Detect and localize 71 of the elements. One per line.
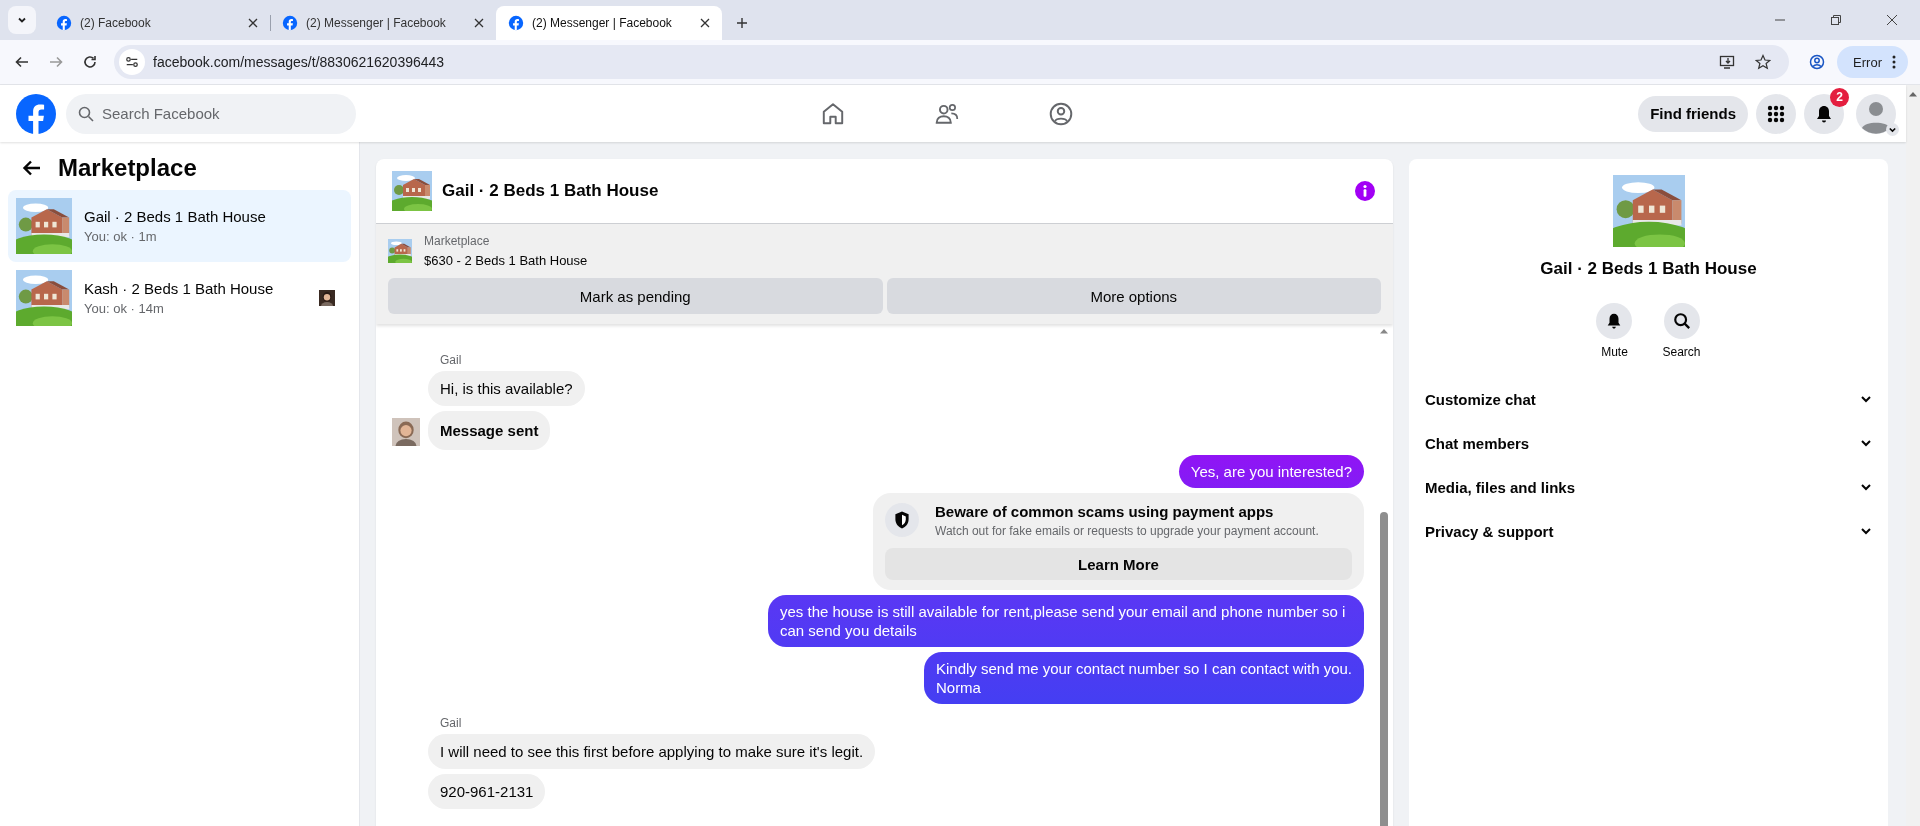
conversation-item[interactable]: Kash · 2 Beds 1 Bath House You: ok · 14m bbox=[8, 262, 351, 334]
browser-tab[interactable]: (2) Messenger | Facebook bbox=[496, 6, 722, 40]
warning-text: Watch out for fake emails or requests to upgrade your payment account. bbox=[935, 524, 1319, 538]
sidebar-title: Marketplace bbox=[58, 154, 197, 182]
message-bubble: Kindly send me your contact number so I can contact with you. Norma bbox=[923, 652, 1364, 704]
search-field[interactable]: Search Facebook bbox=[66, 93, 356, 134]
new-tab-icon[interactable] bbox=[736, 17, 748, 29]
listing-label: Marketplace bbox=[424, 234, 491, 248]
menu-button[interactable] bbox=[1756, 93, 1796, 134]
scroll-up-icon[interactable] bbox=[1908, 91, 1918, 97]
message-bubble: 920-961-2131 bbox=[428, 774, 546, 809]
address-bar[interactable]: facebook.com/messages/t/8830621620396443 bbox=[114, 45, 1790, 79]
search-icon bbox=[1672, 312, 1691, 330]
search-button[interactable] bbox=[1663, 303, 1700, 339]
conversation-name: Gail · 2 Beds 1 Bath House bbox=[84, 208, 267, 225]
warning-title: Beware of common scams using payment apps bbox=[935, 503, 1275, 520]
facebook-logo-icon bbox=[508, 15, 524, 31]
profile-error-button[interactable]: Error bbox=[1837, 46, 1908, 78]
conversation-preview: You: ok · 14m bbox=[84, 301, 165, 316]
search-icon bbox=[78, 105, 94, 122]
info-icon[interactable] bbox=[1355, 181, 1375, 201]
browser-tab[interactable]: (2) Facebook bbox=[44, 6, 270, 40]
sender-name: Gail bbox=[439, 353, 462, 367]
facebook-logo-icon[interactable] bbox=[16, 93, 56, 134]
account-button[interactable] bbox=[1856, 93, 1896, 134]
shield-icon bbox=[885, 503, 919, 537]
listing-title: $630 - 2 Beds 1 Bath House bbox=[424, 253, 588, 268]
more-icon bbox=[1892, 55, 1896, 69]
close-icon[interactable] bbox=[700, 18, 710, 28]
message-bubble: Hi, is this available? bbox=[428, 371, 585, 406]
bell-icon bbox=[1814, 103, 1834, 124]
listing-action-button[interactable]: Mark as pending bbox=[388, 278, 883, 314]
restore-icon[interactable] bbox=[1830, 14, 1842, 26]
listing-action-button[interactable]: More options bbox=[886, 278, 1381, 314]
facebook-logo-icon bbox=[56, 15, 72, 31]
message-bubble: I will need to see this first before applying to make sure it's legit. bbox=[428, 734, 876, 769]
conversation-title: Gail · 2 Beds 1 Bath House bbox=[1540, 259, 1757, 279]
facebook-logo-icon bbox=[282, 15, 298, 31]
find-friends-button[interactable]: Find friends bbox=[1638, 95, 1748, 132]
browser-tab[interactable]: (2) Messenger | Facebook bbox=[270, 6, 496, 40]
accordion-item[interactable]: Chat members bbox=[1417, 421, 1880, 465]
message-bubble: Yes, are you interested? bbox=[1178, 455, 1364, 488]
notifications-button[interactable] bbox=[1804, 93, 1844, 134]
accordion-item[interactable]: Customize chat bbox=[1417, 377, 1880, 421]
back-arrow-icon[interactable] bbox=[22, 158, 42, 178]
scrollbar[interactable] bbox=[1906, 85, 1920, 826]
sender-name: Gail bbox=[439, 716, 462, 730]
grid-icon bbox=[1766, 103, 1786, 124]
conversation-preview: You: ok · 1m bbox=[84, 229, 158, 244]
action-label: Search bbox=[1662, 345, 1701, 359]
home-icon[interactable] bbox=[820, 100, 846, 127]
chevron-down-icon bbox=[1886, 122, 1899, 136]
avatar-icon bbox=[1856, 93, 1896, 134]
action-label: Mute bbox=[1601, 345, 1628, 359]
close-icon[interactable] bbox=[474, 18, 484, 28]
conversation-item[interactable]: Gail · 2 Beds 1 Bath House You: ok · 1m bbox=[8, 190, 351, 262]
message-bubble: Message sent bbox=[428, 411, 551, 450]
accordion-item[interactable]: Privacy & support bbox=[1417, 509, 1880, 553]
message-bubble: yes the house is still available for rent,please send your email and phone number so i can send you details bbox=[768, 595, 1364, 647]
scroll-up-icon[interactable] bbox=[1379, 328, 1389, 334]
learn-more-button[interactable]: Learn More bbox=[885, 548, 1352, 580]
site-settings-icon[interactable] bbox=[125, 55, 139, 69]
mute-button[interactable] bbox=[1596, 303, 1633, 339]
url-text: facebook.com/messages/t/8830621620396443 bbox=[153, 54, 445, 70]
close-icon[interactable] bbox=[1886, 14, 1898, 26]
groups-icon[interactable] bbox=[1048, 100, 1074, 127]
notification-badge: 2 bbox=[1830, 87, 1849, 107]
accordion-item[interactable]: Media, files and links bbox=[1417, 465, 1880, 509]
chat-title: Gail · 2 Beds 1 Bath House bbox=[442, 181, 659, 201]
close-icon[interactable] bbox=[248, 18, 258, 28]
conversation-name: Kash · 2 Beds 1 Bath House bbox=[84, 280, 275, 297]
